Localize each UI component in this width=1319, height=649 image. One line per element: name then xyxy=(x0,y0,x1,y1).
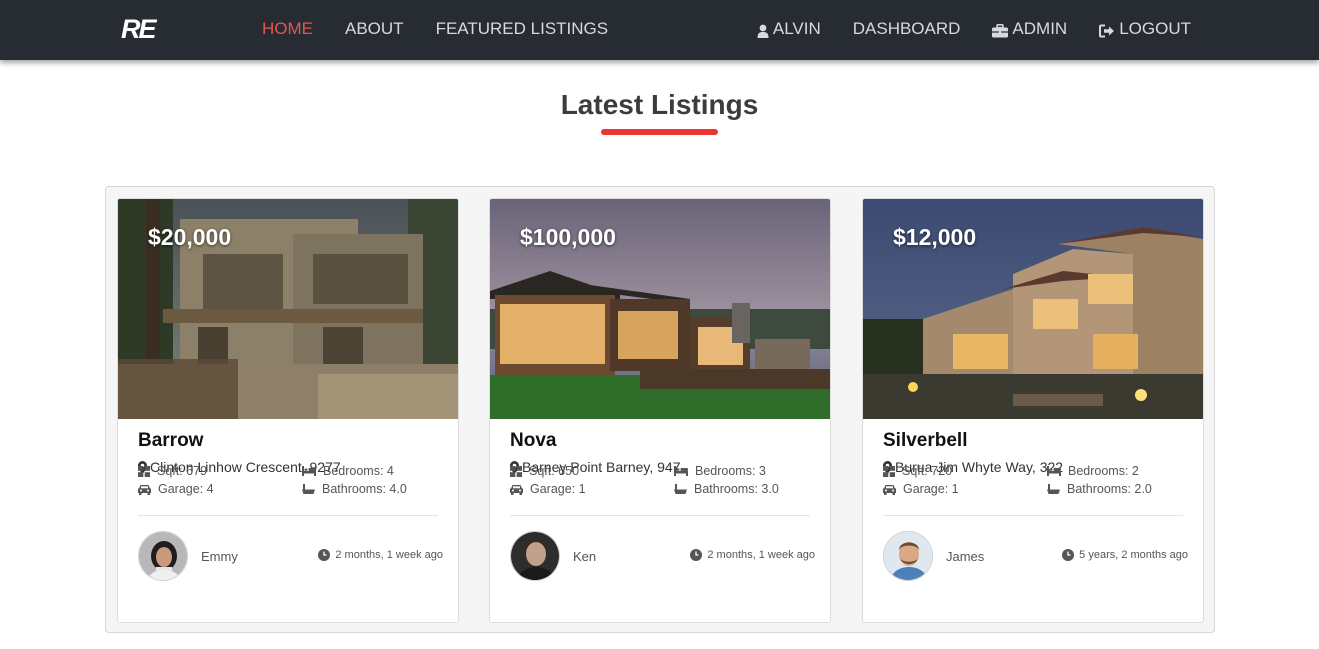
listing-price: $12,000 xyxy=(893,224,977,250)
bed-icon xyxy=(302,466,316,476)
listing-bathrooms-text: Bathrooms: 3.0 xyxy=(694,482,779,496)
logout-icon xyxy=(1099,22,1116,38)
bath-icon xyxy=(1047,483,1060,494)
section-title: Latest Listings xyxy=(560,89,759,120)
agent-avatar[interactable] xyxy=(138,531,188,581)
nav-about-link[interactable]: ABOUT xyxy=(345,18,404,40)
agent-name: James xyxy=(946,549,985,564)
top-navbar: RE HOME ABOUT FEATURED LISTINGS ALVIN DA… xyxy=(0,0,1319,60)
brand-logo[interactable]: RE xyxy=(121,12,156,46)
listing-name[interactable]: Barrow xyxy=(138,430,203,452)
listing-sqft-text: Sqft: 650 xyxy=(529,464,580,478)
card-divider xyxy=(138,515,438,516)
title-underline xyxy=(601,129,718,135)
listing-bathrooms: Bathrooms: 4.0 xyxy=(302,482,407,496)
nav-user-label: ALVIN xyxy=(772,19,821,38)
car-icon xyxy=(138,484,151,495)
bath-icon xyxy=(302,483,315,494)
listing-sqft-text: Sqft: 679 xyxy=(157,464,208,478)
listed-time: 2 months, 1 week ago xyxy=(318,549,443,561)
bed-icon xyxy=(674,466,688,476)
agent-avatar[interactable] xyxy=(883,531,933,581)
nav-admin-label: ADMIN xyxy=(1012,19,1068,38)
nav-admin-link[interactable]: ADMIN xyxy=(992,18,1067,40)
listing-photo[interactable]: $100,000 xyxy=(490,199,830,419)
card-divider xyxy=(883,515,1183,516)
nav-logout-label: LOGOUT xyxy=(1119,19,1191,38)
listing-name[interactable]: Nova xyxy=(510,430,556,452)
nav-user-link[interactable]: ALVIN xyxy=(757,18,821,40)
listing-bedrooms-text: Bedrooms: 3 xyxy=(695,464,766,478)
clock-icon xyxy=(690,549,703,561)
listing-bedrooms: Bedrooms: 4 xyxy=(302,464,394,478)
agent-name: Emmy xyxy=(201,549,238,564)
listed-time: 2 months, 1 week ago xyxy=(690,549,815,561)
bed-icon xyxy=(1047,466,1061,476)
listed-time-text: 2 months, 1 week ago xyxy=(707,549,815,561)
nav-home-link[interactable]: HOME xyxy=(262,18,313,40)
listing-card[interactable]: $12,000 Silverbell Burua Jim Whyte Way, … xyxy=(862,198,1204,623)
listing-garage: Garage: 4 xyxy=(138,482,214,496)
clock-icon xyxy=(1062,549,1075,561)
clock-icon xyxy=(318,549,331,561)
listings-container: $20,000 Barrow Clinton Linhow Crescent, … xyxy=(105,186,1215,633)
listing-garage-text: Garage: 1 xyxy=(903,482,959,496)
listing-sqft: Sqft: 679 xyxy=(138,464,207,478)
listed-time-text: 2 months, 1 week ago xyxy=(335,549,443,561)
nav-dashboard-link[interactable]: DASHBOARD xyxy=(853,18,961,40)
th-large-icon xyxy=(138,465,150,477)
listing-bathrooms: Bathrooms: 3.0 xyxy=(674,482,779,496)
listing-photo[interactable]: $20,000 xyxy=(118,199,458,419)
listing-sqft: Sqft: 720 xyxy=(883,464,952,478)
car-icon xyxy=(883,484,896,495)
listed-time: 5 years, 2 months ago xyxy=(1062,549,1188,561)
listing-card[interactable]: $20,000 Barrow Clinton Linhow Crescent, … xyxy=(117,198,459,623)
listing-garage: Garage: 1 xyxy=(510,482,586,496)
bath-icon xyxy=(674,483,687,494)
listing-garage-text: Garage: 4 xyxy=(158,482,214,496)
listing-bedrooms: Bedrooms: 3 xyxy=(674,464,766,478)
listing-bathrooms-text: Bathrooms: 2.0 xyxy=(1067,482,1152,496)
listing-sqft-text: Sqft: 720 xyxy=(902,464,953,478)
th-large-icon xyxy=(883,465,895,477)
nav-featured-listings-link[interactable]: FEATURED LISTINGS xyxy=(436,18,609,40)
nav-logout-link[interactable]: LOGOUT xyxy=(1099,18,1191,40)
listing-garage: Garage: 1 xyxy=(883,482,959,496)
agent-name: Ken xyxy=(573,549,597,564)
listing-bedrooms-text: Bedrooms: 4 xyxy=(323,464,394,478)
listing-garage-text: Garage: 1 xyxy=(530,482,586,496)
agent-avatar[interactable] xyxy=(510,531,560,581)
listing-card[interactable]: $100,000 Nova Barney Point Barney, 947 S… xyxy=(489,198,831,623)
briefcase-icon xyxy=(992,22,1009,38)
user-nav: ALVIN DASHBOARD ADMIN LOGOUT xyxy=(725,18,1191,40)
car-icon xyxy=(510,484,523,495)
listing-bathrooms: Bathrooms: 2.0 xyxy=(1047,482,1152,496)
listing-bedrooms: Bedrooms: 2 xyxy=(1047,464,1139,478)
listing-price: $20,000 xyxy=(148,224,232,250)
listed-time-text: 5 years, 2 months ago xyxy=(1079,549,1188,561)
listing-price: $100,000 xyxy=(520,224,616,250)
listing-sqft: Sqft: 650 xyxy=(510,464,579,478)
th-large-icon xyxy=(510,465,522,477)
card-divider xyxy=(510,515,810,516)
listing-bedrooms-text: Bedrooms: 2 xyxy=(1068,464,1139,478)
main-nav: HOME ABOUT FEATURED LISTINGS xyxy=(262,18,640,40)
listing-photo[interactable]: $12,000 xyxy=(863,199,1203,419)
listing-bathrooms-text: Bathrooms: 4.0 xyxy=(322,482,407,496)
user-icon xyxy=(757,22,770,38)
listing-name[interactable]: Silverbell xyxy=(883,430,968,452)
